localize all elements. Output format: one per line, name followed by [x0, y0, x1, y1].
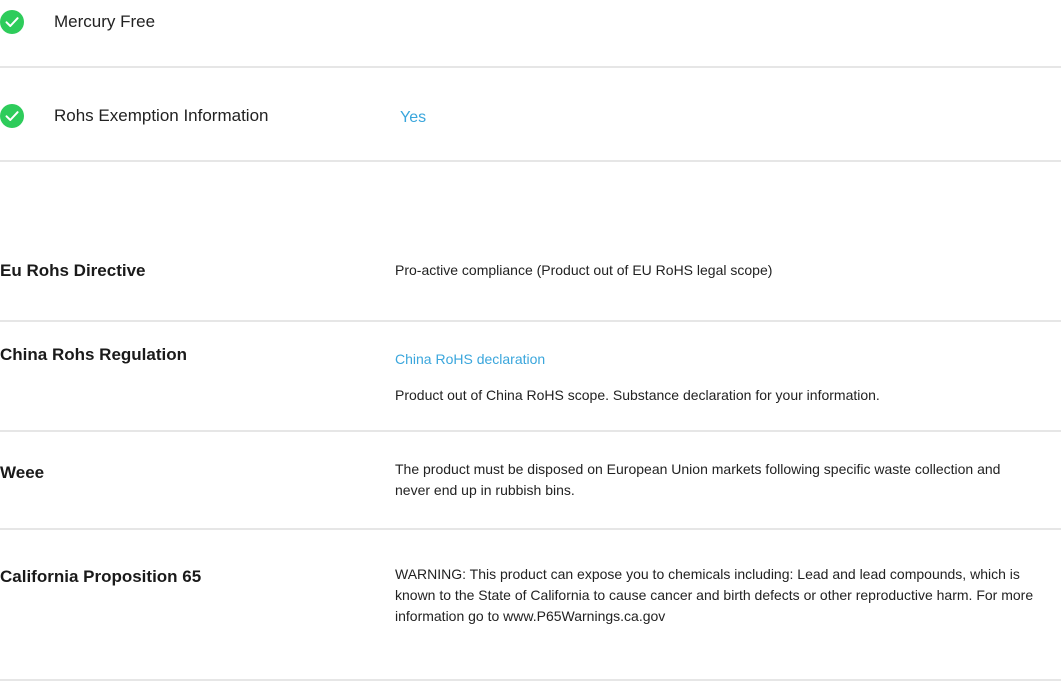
divider [0, 160, 1061, 162]
china-rohs-declaration-link[interactable]: China RoHS declaration [395, 349, 545, 369]
rohs-exemption-label: Rohs Exemption Information [54, 106, 269, 125]
mercury-free-label: Mercury Free [54, 12, 156, 31]
check-row-mercury-free: Mercury Free [0, 10, 1061, 34]
rohs-exemption-value-link[interactable]: Yes [400, 108, 426, 128]
china-rohs-label: China Rohs Regulation [0, 345, 187, 364]
weee-label: Weee [0, 463, 45, 482]
check-row-rohs-exemption: Rohs Exemption Information Yes [0, 104, 1061, 128]
prop65-warning-text: WARNING: This product can expose you to … [395, 566, 1034, 624]
china-rohs-value: Product out of China RoHS scope. Substan… [395, 387, 880, 403]
prop65-label: California Proposition 65 [0, 567, 202, 586]
check-circle-icon [0, 10, 24, 34]
divider [0, 430, 1061, 432]
eu-rohs-value: Pro-active compliance (Product out of EU… [395, 262, 773, 278]
divider [0, 528, 1061, 530]
check-circle-icon [0, 104, 24, 128]
weee-value: The product must be disposed on European… [395, 461, 1001, 498]
environmental-compliance-panel: Mercury Free Rohs Exemption Information … [0, 0, 1061, 682]
divider [0, 320, 1061, 322]
eu-rohs-label: Eu Rohs Directive [0, 261, 146, 280]
divider [0, 66, 1061, 68]
divider [0, 679, 1061, 681]
